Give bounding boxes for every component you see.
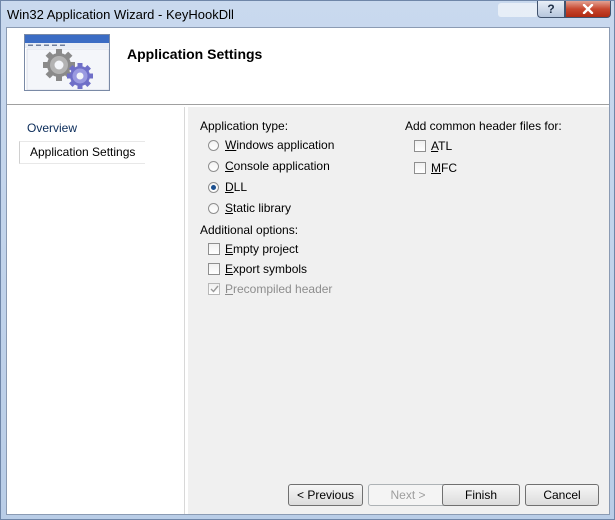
cancel-button[interactable]: Cancel [525,484,599,506]
additional-options-label: Additional options: [200,223,299,237]
option-label: xport symbols [233,262,308,276]
option-label: recompiled header [233,282,333,296]
previous-button[interactable]: < Previous [288,484,363,506]
option-mnemonic: E [225,262,234,276]
option-mnemonic: P [225,282,234,296]
nav-item-application-settings[interactable]: Application Settings [19,141,146,164]
option-label: indows application [236,138,335,152]
help-button[interactable]: ? [537,1,565,18]
option-label: LL [233,180,248,194]
option-label: onsole application [233,159,330,173]
next-button[interactable]: Next > [368,484,448,506]
option-mnemonic: M [431,161,441,175]
option-label: tatic library [233,201,292,215]
radio-windows-application[interactable]: Windows application [208,137,334,153]
option-mnemonic: W [225,138,237,152]
title-bar-glass [498,3,538,17]
radio-dll[interactable]: DLL [208,179,247,195]
checkbox-box-checked [208,283,220,295]
close-button[interactable] [565,1,611,18]
radio-circle [208,202,219,214]
page-title: Application Settings [127,46,263,62]
checkbox-empty-project[interactable]: Empty project [208,241,298,257]
checkbox-precompiled-header: Precompiled header [208,281,332,297]
finish-button[interactable]: Finish [442,484,520,506]
wizard-header: Application Settings [7,28,609,105]
checkbox-box [208,243,220,255]
close-icon [582,4,594,14]
radio-static-library[interactable]: Static library [208,200,291,216]
radio-circle [208,160,219,172]
checkmark-icon [210,285,219,293]
option-label: mpty project [233,242,299,256]
checkbox-mfc[interactable]: MFC [414,160,457,176]
option-mnemonic: S [225,201,234,215]
window-title: Win32 Application Wizard - KeyHookDll [7,7,234,22]
radio-selected-dot [211,184,216,190]
wizard-window: Win32 Application Wizard - KeyHookDll ? [0,0,615,520]
radio-circle [208,139,219,151]
option-mnemonic: D [225,180,234,194]
title-bar[interactable]: Win32 Application Wizard - KeyHookDll ? [1,1,614,27]
gears-icon [24,34,110,91]
checkbox-atl[interactable]: ATL [414,138,452,154]
option-label: TL [438,139,453,153]
checkbox-box [414,140,426,152]
checkbox-export-symbols[interactable]: Export symbols [208,261,307,277]
radio-console-application[interactable]: Console application [208,158,330,174]
settings-panel: Application type: Windows application Co… [188,107,609,514]
wizard-client-area: Application Settings Overview Applicatio… [6,27,610,515]
checkbox-box [414,162,426,174]
option-label: FC [441,161,457,175]
option-mnemonic: C [225,159,234,173]
application-type-label: Application type: [200,119,289,133]
checkbox-box [208,263,220,275]
option-mnemonic: E [225,242,234,256]
header-files-label: Add common header files for: [405,119,562,133]
wizard-nav: Overview Application Settings [7,107,185,514]
radio-circle-selected [208,181,219,193]
nav-item-overview[interactable]: Overview [27,121,77,135]
